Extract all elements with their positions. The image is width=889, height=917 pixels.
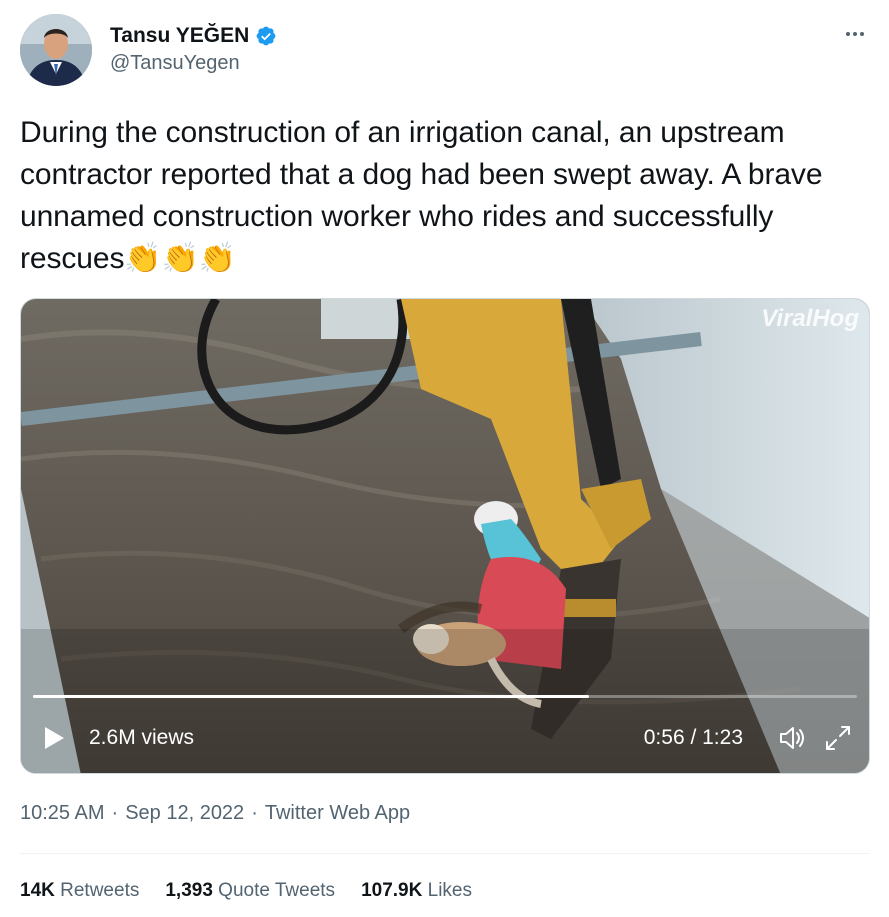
clap-emoji: 👏👏👏: [124, 242, 237, 275]
tweet-time[interactable]: 10:25 AM: [20, 802, 105, 825]
likes-label: Likes: [427, 880, 472, 901]
retweets-stat[interactable]: 14K Retweets: [20, 880, 139, 902]
viralhog-watermark: ViralHog: [761, 305, 859, 332]
video-time: 0:56 / 1:23: [643, 726, 743, 749]
meta-separator: ·: [111, 802, 119, 824]
display-name[interactable]: Tansu YEĞEN: [110, 24, 249, 48]
quote-tweets-stat[interactable]: 1,393 Quote Tweets: [165, 880, 335, 902]
tweet-date[interactable]: Sep 12, 2022: [125, 802, 244, 825]
avatar[interactable]: [20, 14, 92, 86]
verified-badge-icon: [256, 26, 276, 46]
quote-tweets-label: Quote Tweets: [218, 880, 336, 901]
fullscreen-icon[interactable]: [823, 723, 853, 753]
divider: [20, 853, 870, 854]
more-options-icon[interactable]: [840, 22, 870, 46]
progress-bar[interactable]: [33, 695, 857, 698]
video-player[interactable]: ViralHog 2.6M views 0:56 / 1:23: [20, 298, 870, 774]
tweet-header: Tansu YEĞEN @TansuYegen: [20, 14, 870, 90]
likes-stat[interactable]: 107.9K Likes: [361, 880, 472, 902]
quote-tweets-count: 1,393: [165, 880, 213, 901]
tweet-meta: 10:25 AM · Sep 12, 2022 · Twitter Web Ap…: [20, 802, 410, 825]
volume-icon[interactable]: [777, 723, 807, 753]
retweets-count: 14K: [20, 880, 55, 901]
likes-count: 107.9K: [361, 880, 423, 901]
progress-fill: [33, 695, 590, 698]
source-app[interactable]: Twitter Web App: [265, 802, 410, 825]
play-icon[interactable]: [43, 726, 65, 750]
view-count: 2.6M views: [89, 726, 195, 749]
user-handle[interactable]: @TansuYegen: [110, 52, 277, 75]
tweet-text: During the construction of an irrigation…: [20, 112, 870, 280]
tweet-stats: 14K Retweets 1,393 Quote Tweets 107.9K L…: [20, 880, 472, 902]
video-controls: 2.6M views 0:56 / 1:23: [21, 703, 869, 773]
meta-separator: ·: [251, 802, 258, 824]
retweets-label: Retweets: [60, 880, 140, 901]
